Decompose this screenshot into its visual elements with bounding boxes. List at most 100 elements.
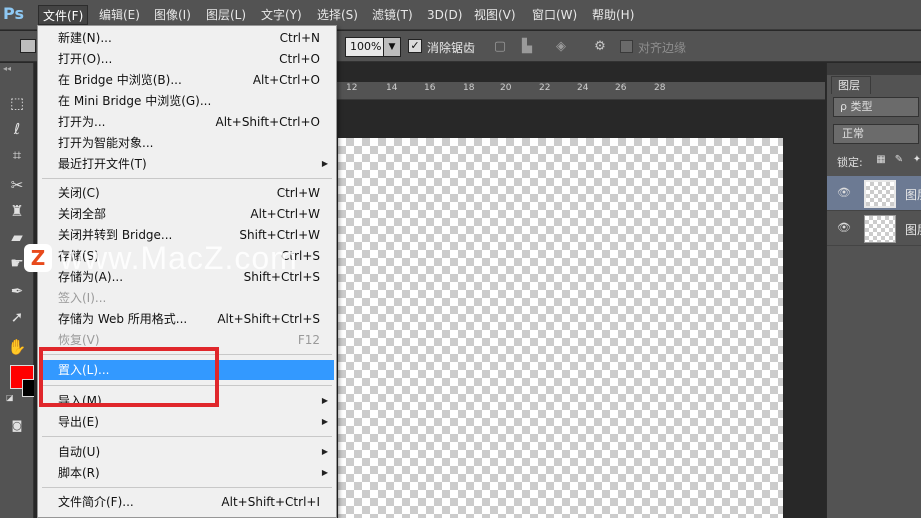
menu-item-open-smart-object[interactable]: 打开为智能对象...	[40, 133, 334, 153]
antialias-checkbox[interactable]: ✓	[408, 39, 422, 53]
marquee-icon[interactable]: ⬚	[4, 92, 30, 114]
menu-item-check-in: 签入(I)...	[40, 288, 334, 308]
layer-thumbnail	[864, 215, 896, 243]
ruler-label: 18	[463, 83, 475, 93]
chevron-down-icon[interactable]: ▼	[383, 37, 401, 57]
menu-item-close-all[interactable]: 关闭全部 Alt+Ctrl+W	[40, 204, 334, 224]
menu-item-recent[interactable]: 最近打开文件(T) ▶	[40, 154, 334, 174]
menu-item-file-info[interactable]: 文件简介(F)... Alt+Shift+Ctrl+I	[40, 492, 334, 512]
gear-icon[interactable]: ⚙	[592, 39, 608, 55]
layer-name: 图层	[905, 188, 921, 202]
blend-mode-select[interactable]: 正常	[833, 124, 919, 144]
layer-filter-select[interactable]: ρ 类型	[833, 97, 919, 117]
menu-item-browse-bridge[interactable]: 在 Bridge 中浏览(B)... Alt+Ctrl+O	[40, 70, 334, 90]
default-colors-icon[interactable]: ◪	[6, 393, 16, 403]
menu-file[interactable]: 文件(F)	[38, 5, 89, 25]
watermark-logo-icon: Z	[24, 244, 52, 272]
ruler-label: 26	[615, 83, 627, 93]
watermark-text: www.MacZ.com	[60, 240, 298, 276]
menu-item-label: 在 Bridge 中浏览(B)...	[58, 73, 182, 87]
menu-item-shortcut: Alt+Ctrl+W	[250, 207, 320, 221]
quickmask-icon[interactable]: ◙	[4, 415, 30, 437]
menu-item-new[interactable]: 新建(N)... Ctrl+N	[40, 28, 334, 48]
align-icon[interactable]: ▙	[519, 39, 535, 55]
menu-item-shortcut: Ctrl+W	[276, 186, 320, 200]
menu-item-scripts[interactable]: 脚本(R) ▶	[40, 463, 334, 483]
eye-icon[interactable]: 👁	[837, 222, 851, 234]
menu-item-open-as[interactable]: 打开为... Alt+Shift+Ctrl+O	[40, 112, 334, 132]
menu-item-label: 在 Mini Bridge 中浏览(G)...	[58, 94, 212, 108]
tool-preset-icon[interactable]	[20, 39, 36, 53]
menu-view[interactable]: 视图(V)	[470, 5, 520, 25]
menu-edit[interactable]: 编辑(E)	[95, 5, 144, 25]
ruler-label: 12	[346, 83, 358, 93]
submenu-arrow-icon: ▶	[321, 396, 328, 405]
menu-item-shortcut: Ctrl+O	[279, 52, 320, 66]
menu-item-shortcut: Alt+Shift+Ctrl+O	[215, 115, 320, 129]
tab-layers[interactable]: 图层	[831, 76, 871, 94]
stack-icon[interactable]: ◈	[553, 39, 569, 55]
menu-item-export[interactable]: 导出(E) ▶	[40, 412, 334, 432]
submenu-arrow-icon: ▶	[321, 159, 328, 168]
menu-layer[interactable]: 图层(L)	[202, 5, 250, 25]
collapse-icon[interactable]: ◂◂	[3, 64, 11, 73]
refine-icon[interactable]: ▢	[492, 39, 508, 55]
ruler-label: 24	[577, 83, 589, 93]
transparent-canvas[interactable]	[338, 138, 783, 518]
annotation-highlight-box	[39, 347, 219, 407]
menu-item-label: 打开为智能对象...	[58, 136, 154, 150]
menu-item-browse-mini-bridge[interactable]: 在 Mini Bridge 中浏览(G)...	[40, 91, 334, 111]
horizontal-ruler: 12 14 16 18 20 22 24 26 28	[336, 82, 825, 100]
align-edges-checkbox[interactable]	[620, 40, 633, 53]
menu-item-automate[interactable]: 自动(U) ▶	[40, 442, 334, 462]
path-select-icon[interactable]: ➚	[4, 306, 30, 328]
menu-window[interactable]: 窗口(W)	[528, 5, 581, 25]
menu-item-label: 脚本(R)	[58, 466, 100, 480]
menu-filter[interactable]: 滤镜(T)	[368, 5, 417, 25]
submenu-arrow-icon: ▶	[321, 468, 328, 477]
layers-panel: 图层 ρ 类型 正常 锁定: ▦ ✎ ✦ 👁 图层 👁 图层	[826, 63, 921, 518]
menu-select[interactable]: 选择(S)	[313, 5, 362, 25]
menu-item-label: 关闭全部	[58, 207, 107, 221]
ruler-label: 20	[500, 83, 512, 93]
menu-item-label: 存储为 Web 所用格式...	[58, 312, 188, 326]
ruler-label: 14	[386, 83, 398, 93]
healing-icon[interactable]: ✂	[4, 174, 30, 196]
align-edges-label: 对齐边缘	[638, 41, 687, 55]
menu-item-label: 关闭(C)	[58, 186, 100, 200]
lock-brush-icon[interactable]: ✎	[893, 154, 905, 166]
menu-item-shortcut: Ctrl+N	[279, 31, 320, 45]
lock-transparency-icon[interactable]: ▦	[875, 154, 887, 166]
menu-item-label: 新建(N)...	[58, 31, 112, 45]
layer-row[interactable]: 👁 图层	[827, 211, 921, 246]
menu-separator	[42, 436, 332, 437]
menu-image[interactable]: 图像(I)	[150, 5, 195, 25]
layer-name: 图层	[905, 223, 921, 237]
menu-item-shortcut: F12	[297, 333, 320, 347]
crop-icon[interactable]: ⌗	[4, 144, 30, 166]
lasso-icon[interactable]: ℓ	[4, 118, 30, 140]
eye-icon[interactable]: 👁	[837, 187, 851, 199]
menu-3d[interactable]: 3D(D)	[423, 5, 466, 25]
menu-item-label: 导出(E)	[58, 415, 99, 429]
menu-type[interactable]: 文字(Y)	[257, 5, 306, 25]
menu-item-label: 打开(O)...	[58, 52, 113, 66]
lock-move-icon[interactable]: ✦	[911, 154, 921, 166]
pen-icon[interactable]: ✒	[4, 280, 30, 302]
menu-item-close[interactable]: 关闭(C) Ctrl+W	[40, 183, 334, 203]
panel-strip	[827, 63, 921, 75]
ruler-label: 16	[424, 83, 436, 93]
tool-panel: ◂◂ ⬚ ℓ ⌗ ✂ ♜ ▰ ☛ ✒ ➚ ✋ ◪ ◙	[0, 63, 40, 518]
menu-item-shortcut: Alt+Shift+Ctrl+I	[221, 495, 320, 509]
menu-help[interactable]: 帮助(H)	[588, 5, 638, 25]
lock-label: 锁定:	[837, 156, 863, 169]
menu-item-save-for-web[interactable]: 存储为 Web 所用格式... Alt+Shift+Ctrl+S	[40, 309, 334, 329]
menu-item-label: 文件简介(F)...	[58, 495, 134, 509]
stamp-icon[interactable]: ♜	[4, 200, 30, 222]
menu-item-shortcut: Alt+Shift+Ctrl+S	[217, 312, 320, 326]
menu-item-label: 签入(I)...	[58, 291, 107, 305]
layer-row[interactable]: 👁 图层	[827, 176, 921, 211]
menu-item-open[interactable]: 打开(O)... Ctrl+O	[40, 49, 334, 69]
menu-item-label: 打开为...	[58, 115, 106, 129]
hand-icon[interactable]: ✋	[4, 336, 30, 358]
